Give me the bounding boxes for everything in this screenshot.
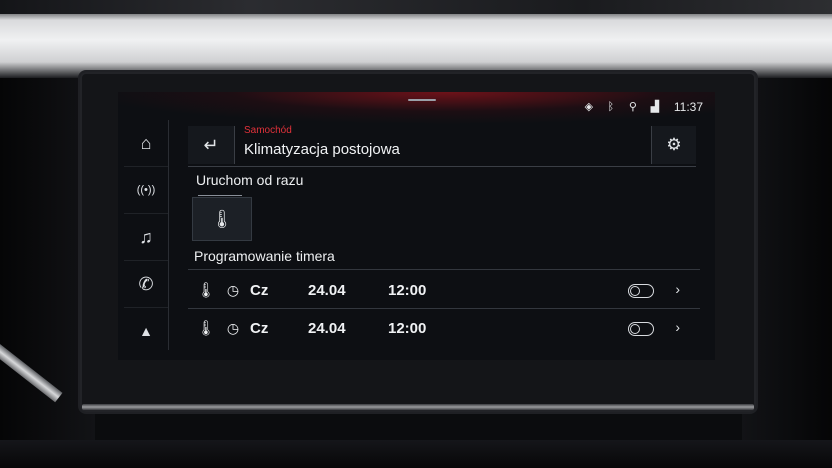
start-now-heading: Uruchom od razu [196,172,304,188]
thermometer-icon: 🌡 [196,282,216,299]
timer-date: 24.04 [308,319,346,337]
page-title: Klimatyzacja postojowa [244,141,400,158]
gear-icon: ⚙ [666,135,682,154]
timer-row[interactable]: 🌡 ◷ Cz 24.04 12:00 › [188,273,700,307]
thermometer-icon: 🌡 [210,208,234,229]
timer-divider [188,269,700,270]
navigation-icon[interactable]: ▲ [124,308,168,354]
back-button[interactable]: ↵ [188,126,235,164]
bezel-trim [82,404,754,410]
home-icon[interactable]: ⌂ [124,120,168,167]
music-icon[interactable]: ♫ [124,214,168,261]
timer-toggle[interactable] [628,284,654,298]
dashboard-vent-strip [0,0,832,14]
chevron-right-icon[interactable]: › [675,319,680,335]
location-pin-icon: ◈ [584,101,594,113]
chevron-right-icon[interactable]: › [675,281,680,297]
page-header: ↵ Samochód Klimatyzacja postojowa ⚙ [188,122,696,167]
timer-toggle[interactable] [628,322,654,336]
timer-divider [188,308,700,309]
signal-icon: ▟ [650,101,660,113]
breadcrumb[interactable]: Samochód [244,125,292,136]
main-nav: ⌂ ((•)) ♫ ✆ ▲ [124,120,169,350]
dashboard-bottom [0,440,832,468]
timer-heading: Programowanie timera [194,248,335,264]
pull-down-handle[interactable] [408,99,436,101]
timer-date: 24.04 [308,281,346,299]
clock-icon: ◷ [226,281,240,298]
start-tile-indicator [198,195,242,196]
person-icon: ⚲ [628,101,637,113]
back-arrow-icon: ↵ [203,134,219,155]
phone-icon[interactable]: ✆ [124,261,168,308]
timer-time: 12:00 [388,281,427,299]
clock-icon: ◷ [226,319,240,336]
status-clock: 11:37 [673,100,703,114]
timer-day: Cz [250,281,269,299]
start-now-button[interactable]: 🌡 [192,197,252,241]
timer-day: Cz [250,319,269,337]
thermometer-icon: 🌡 [196,320,216,337]
timer-row[interactable]: 🌡 ◷ Cz 24.04 12:00 › [188,311,700,345]
timer-time: 12:00 [388,319,427,337]
status-bar: ◈ ᛒ ⚲ ▟ 11:37 [582,98,703,116]
settings-button[interactable]: ⚙ [651,126,696,164]
radio-icon[interactable]: ((•)) [124,167,168,214]
bluetooth-icon: ᛒ [607,101,615,113]
infotainment-screen: ◈ ᛒ ⚲ ▟ 11:37 ⌂ ((•)) ♫ ✆ ▲ ↵ Samochód K… [118,92,715,360]
